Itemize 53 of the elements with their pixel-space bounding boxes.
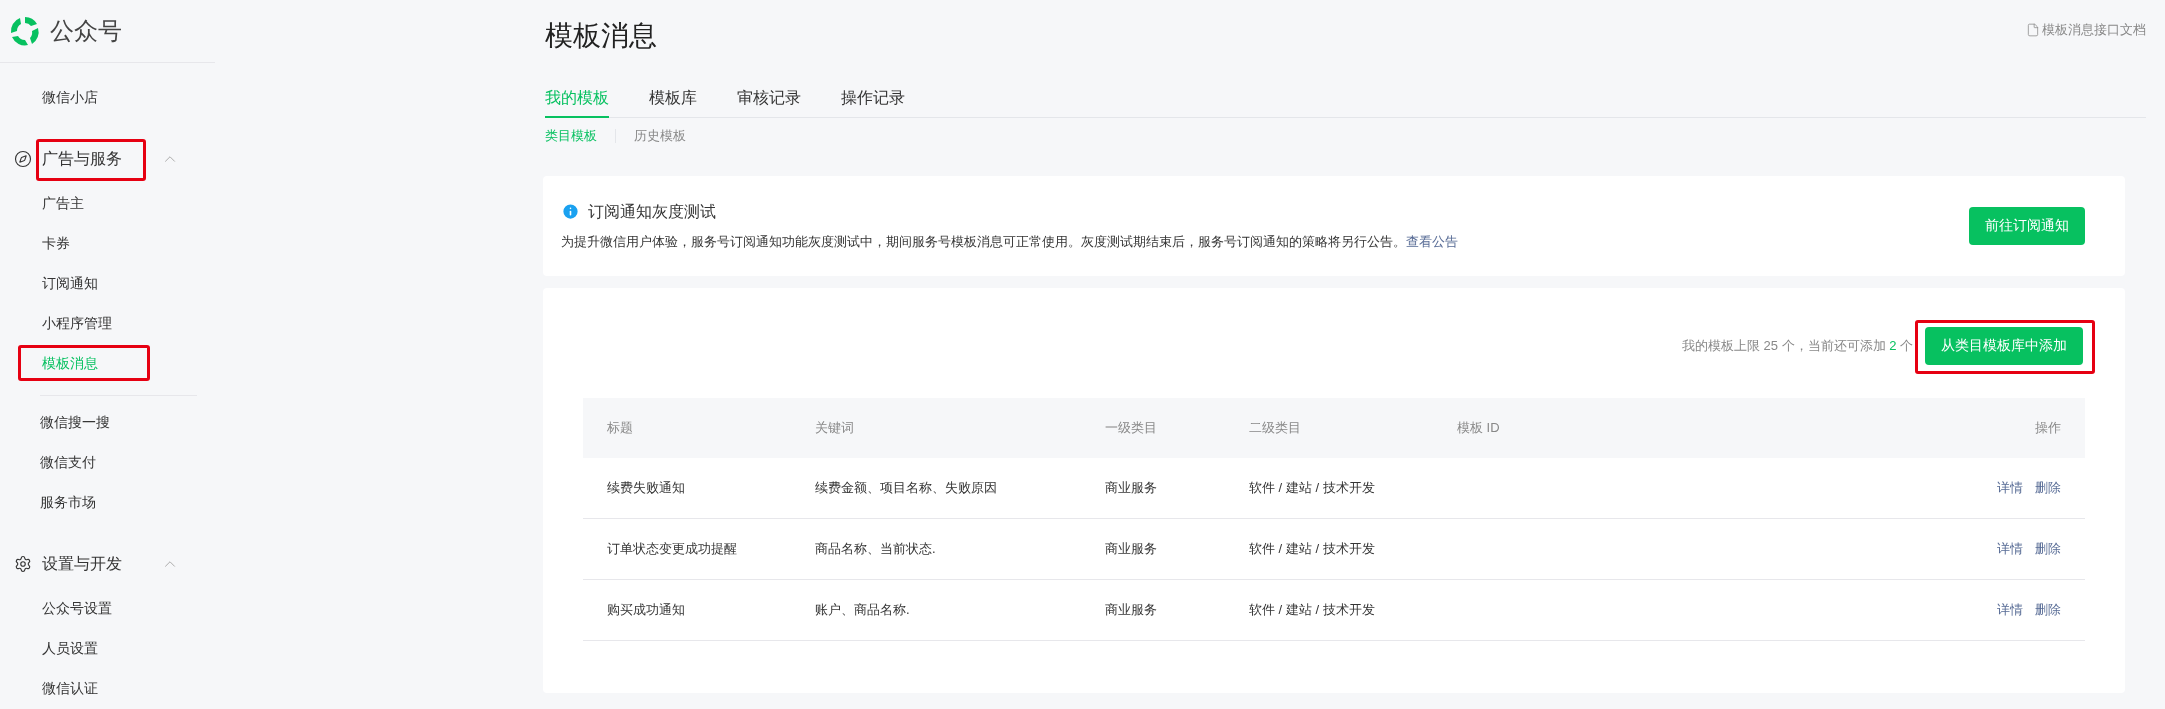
tab[interactable]: 操作记录: [841, 86, 905, 118]
sub-tab[interactable]: 历史模板: [634, 126, 686, 146]
action-link[interactable]: 详情: [1997, 599, 2023, 620]
table-cell-text: 商品名称、当前状态.: [815, 539, 937, 558]
compass-icon: [14, 150, 32, 168]
sidebar-item[interactable]: 公众号设置: [42, 597, 112, 619]
sidebar-item[interactable]: 微信认证: [42, 677, 98, 699]
column-header: 二级类目: [1249, 418, 1302, 437]
column-header: 关键词: [815, 418, 855, 437]
sidebar-item[interactable]: 人员设置: [42, 637, 98, 659]
table-cell-text: 续费金额、项目名称、失败原因: [815, 478, 998, 497]
document-icon: [2026, 22, 2040, 37]
quota-text: 我的模板上限 25 个，当前还可添加 2 个: [1681, 336, 1913, 355]
sidebar-item[interactable]: 小程序管理: [42, 312, 112, 334]
sidebar-item[interactable]: 订阅通知: [42, 272, 98, 294]
notice-text: 为提升微信用户体验，服务号订阅通知功能灰度测试中，期间服务号模板消息可正常使用。灰度测试期结束后，服务号订阅通知的策略将另行公告。查看公告: [561, 232, 1459, 251]
action-link[interactable]: 删除: [2035, 477, 2061, 498]
sidebar-item[interactable]: 微信小店: [42, 86, 98, 108]
column-header: 操作: [2035, 418, 2061, 437]
sidebar-item[interactable]: 微信支付: [40, 451, 96, 473]
action-link[interactable]: 删除: [2035, 599, 2061, 620]
action-link[interactable]: 详情: [1997, 477, 2023, 498]
logo-icon: [8, 14, 42, 48]
action-link[interactable]: 详情: [1997, 538, 2023, 559]
table-cell-text: 商业服务: [1105, 600, 1158, 619]
sidebar-item[interactable]: 服务市场: [40, 491, 96, 513]
column-header: 一级类目: [1105, 418, 1158, 437]
table-cell-text: 软件 / 建站 / 技术开发: [1249, 600, 1376, 619]
sidebar-section[interactable]: 设置与开发: [42, 552, 122, 576]
tab[interactable]: 模板库: [649, 86, 697, 118]
notice-link[interactable]: 查看公告: [1406, 233, 1458, 249]
action-link[interactable]: 删除: [2035, 538, 2061, 559]
table-cell-text: 账户、商品名称.: [815, 600, 911, 619]
settings-icon: [14, 555, 32, 573]
table-cell-text: 软件 / 建站 / 技术开发: [1249, 539, 1376, 558]
sidebar-section[interactable]: 广告与服务: [42, 147, 122, 171]
logo-text: 公众号: [50, 16, 122, 46]
table-cell-text: 续费失败通知: [607, 478, 686, 497]
sidebar-item[interactable]: 卡券: [42, 232, 70, 254]
table-cell-text: 购买成功通知: [607, 600, 686, 619]
tab[interactable]: 审核记录: [737, 86, 801, 118]
notice-title: 订阅通知灰度测试: [588, 201, 716, 222]
info-icon: [561, 202, 580, 222]
table-cell-text: 商业服务: [1105, 539, 1158, 558]
page-title: 模板消息: [545, 19, 657, 53]
table-cell-text: 商业服务: [1105, 478, 1158, 497]
table-cell-text: 软件 / 建站 / 技术开发: [1249, 478, 1376, 497]
sidebar-item[interactable]: 微信搜一搜: [40, 411, 110, 433]
sidebar-item[interactable]: 广告主: [42, 192, 84, 214]
column-header: 模板 ID: [1457, 418, 1501, 437]
doc-link[interactable]: 模板消息接口文档: [2026, 20, 2146, 40]
column-header: 标题: [607, 418, 634, 437]
table-cell-text: 订单状态变更成功提醒: [607, 539, 738, 558]
